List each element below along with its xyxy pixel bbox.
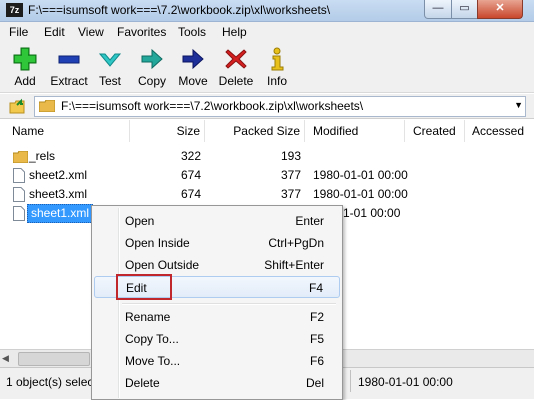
menu-help[interactable]: Help (222, 25, 247, 39)
menu-file[interactable]: File (9, 25, 28, 39)
list-item[interactable]: sheet2.xml 674 377 1980-01-01 00:00 (0, 166, 534, 185)
delete-button[interactable]: Delete (218, 46, 254, 88)
list-item[interactable]: _rels 322 193 (0, 147, 534, 166)
close-button[interactable]: ✕ (477, 0, 523, 19)
context-open-outside-shortcut: Shift+Enter (264, 258, 324, 272)
minimize-button[interactable]: — (424, 0, 452, 19)
context-copy-to[interactable]: Copy To... F5 (94, 328, 340, 350)
delete-label: Delete (218, 74, 254, 88)
list-item[interactable]: sheet3.xml 674 377 1980-01-01 00:00 (0, 185, 534, 204)
menu-edit[interactable]: Edit (44, 25, 65, 39)
menu-bar: File Edit View Favorites Tools Help (0, 22, 534, 42)
file-size: 674 (180, 168, 201, 182)
7zip-app-icon[interactable]: 7z (6, 3, 23, 17)
context-open-outside-label: Open Outside (125, 258, 200, 272)
column-header-name[interactable]: Name (0, 120, 130, 142)
copy-button[interactable]: Copy (136, 46, 168, 88)
file-name: sheet2.xml (29, 168, 88, 182)
context-open-inside[interactable]: Open Inside Ctrl+PgDn (94, 232, 340, 254)
menu-favorites[interactable]: Favorites (117, 25, 166, 39)
address-field[interactable]: F:\===isumsoft work===\7.2\workbook.zip\… (34, 96, 526, 117)
file-icon (13, 206, 25, 221)
file-name: sheet1.xml (27, 204, 94, 223)
context-open-inside-label: Open Inside (125, 236, 190, 250)
context-open-inside-shortcut: Ctrl+PgDn (268, 236, 324, 250)
scroll-thumb[interactable] (18, 352, 90, 366)
title-bar: 7z F:\===isumsoft work===\7.2\workbook.z… (0, 0, 534, 22)
info-icon (271, 47, 284, 71)
context-delete-shortcut: Del (305, 376, 324, 390)
column-header-accessed[interactable]: Accessed (465, 120, 534, 142)
context-copy-to-label: Copy To... (125, 332, 179, 346)
context-rename-shortcut: F2 (309, 310, 324, 324)
context-edit-shortcut: F4 (308, 281, 323, 295)
file-icon (13, 168, 25, 183)
context-separator (122, 303, 336, 305)
copy-arrow-icon (141, 48, 163, 70)
context-delete[interactable]: Delete Del (94, 372, 340, 394)
move-label: Move (178, 74, 208, 88)
file-modified: 1-01 00:00 (343, 206, 401, 220)
test-label: Test (98, 74, 121, 88)
context-edit[interactable]: Edit F4 (94, 274, 340, 300)
info-label: Info (266, 74, 287, 88)
context-rename-label: Rename (125, 310, 171, 324)
status-modified: 1980-01-01 00:00 (358, 375, 453, 389)
file-name: sheet3.xml (29, 187, 88, 201)
move-button[interactable]: Move (177, 46, 209, 88)
checkmark-icon (98, 53, 122, 67)
status-selection: 1 object(s) selec (6, 375, 94, 389)
context-move-to[interactable]: Move To... F6 (94, 350, 340, 372)
file-packed-size: 377 (280, 168, 301, 182)
info-button[interactable]: Info (264, 46, 290, 88)
context-edit-label: Edit (126, 281, 147, 295)
file-modified: 1980-01-01 00:00 (313, 168, 408, 182)
delete-x-icon (225, 49, 247, 69)
status-divider (350, 370, 351, 392)
minus-icon (58, 55, 80, 64)
folder-icon (13, 151, 28, 163)
file-size: 322 (180, 149, 201, 163)
maximize-button[interactable]: ▭ (451, 0, 478, 19)
toolbar: Add Extract Test Copy Move Delete Info (0, 42, 534, 93)
file-packed-size: 377 (280, 187, 301, 201)
add-label: Add (14, 74, 36, 88)
context-delete-label: Delete (125, 376, 160, 390)
column-header-created[interactable]: Created (405, 120, 465, 142)
extract-button[interactable]: Extract (48, 46, 90, 88)
context-open-label: Open (125, 214, 155, 228)
move-arrow-icon (182, 48, 204, 70)
menu-tools[interactable]: Tools (178, 25, 206, 39)
up-folder-icon[interactable] (8, 97, 26, 115)
extract-label: Extract (50, 74, 88, 88)
folder-icon (39, 100, 55, 112)
context-copy-to-shortcut: F5 (309, 332, 324, 346)
address-bar: F:\===isumsoft work===\7.2\workbook.zip\… (0, 94, 534, 119)
file-packed-size: 193 (280, 149, 301, 163)
window-title: F:\===isumsoft work===\7.2\workbook.zip\… (28, 3, 331, 17)
column-header-packed-size[interactable]: Packed Size (205, 120, 305, 142)
file-icon (13, 187, 25, 202)
context-open[interactable]: Open Enter (94, 210, 340, 232)
menu-view[interactable]: View (78, 25, 104, 39)
context-menu: Open Enter Open Inside Ctrl+PgDn Open Ou… (91, 205, 343, 400)
copy-label: Copy (137, 74, 166, 88)
column-header-modified[interactable]: Modified (305, 120, 405, 142)
add-button[interactable]: Add (10, 46, 40, 88)
address-path: F:\===isumsoft work===\7.2\workbook.zip\… (61, 99, 364, 113)
context-move-to-shortcut: F6 (309, 354, 324, 368)
file-name: _rels (29, 149, 56, 163)
context-move-to-label: Move To... (125, 354, 181, 368)
context-open-outside[interactable]: Open Outside Shift+Enter (94, 254, 340, 276)
file-size: 674 (180, 187, 201, 201)
file-modified: 1980-01-01 00:00 (313, 187, 408, 201)
scroll-left-icon[interactable]: ◀ (2, 353, 9, 364)
column-header-size[interactable]: Size (130, 120, 205, 142)
context-open-shortcut: Enter (295, 214, 324, 228)
test-button[interactable]: Test (96, 46, 124, 88)
context-rename[interactable]: Rename F2 (94, 306, 340, 328)
plus-icon (13, 47, 37, 71)
address-dropdown-icon[interactable]: ▼ (514, 100, 523, 110)
